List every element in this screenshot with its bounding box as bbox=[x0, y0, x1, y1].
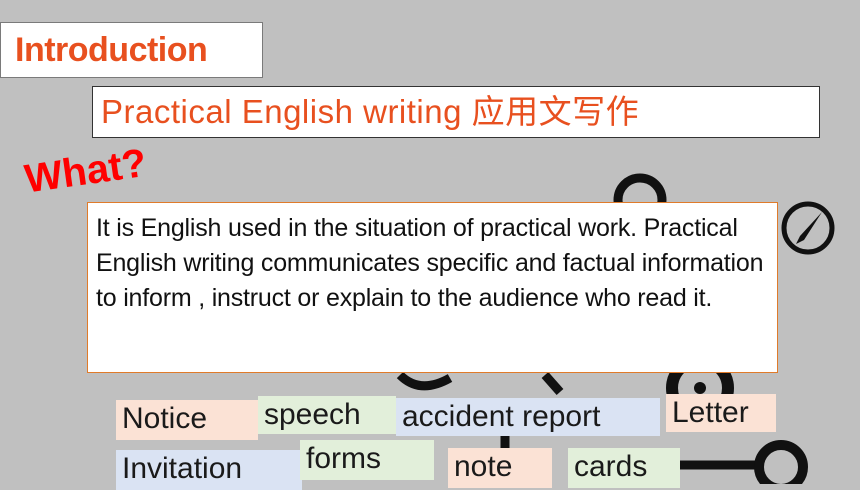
slide-title: Practical English writing 应用文写作 bbox=[92, 86, 820, 138]
tag-speech: speech bbox=[258, 396, 396, 434]
tag-note: note bbox=[448, 448, 552, 488]
definition-text-box: It is English used in the situation of p… bbox=[87, 202, 778, 373]
tag-invitation: Invitation bbox=[116, 450, 302, 490]
tag-accident-report: accident report bbox=[396, 398, 660, 436]
compass-icon bbox=[781, 201, 835, 255]
tag-cards: cards bbox=[568, 448, 680, 488]
tag-forms: forms bbox=[300, 440, 434, 480]
tag-letter: Letter bbox=[666, 394, 776, 432]
tag-notice: Notice bbox=[116, 400, 258, 440]
section-heading: Introduction bbox=[0, 22, 263, 78]
